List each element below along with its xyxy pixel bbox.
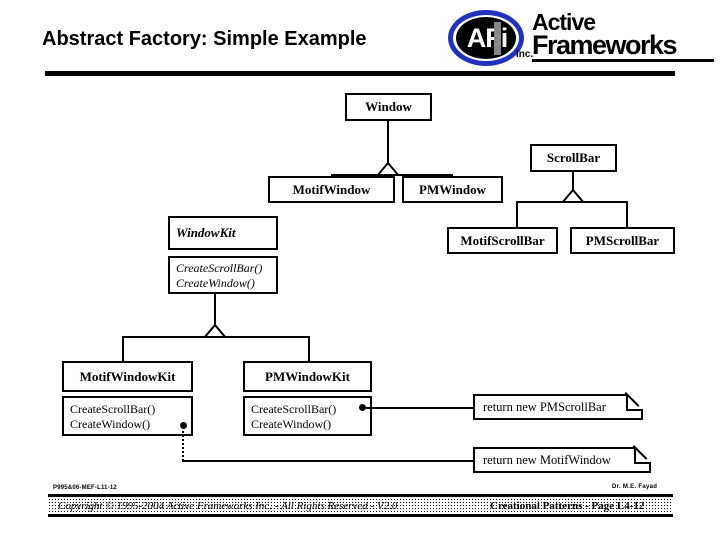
class-box-motifwindow[interactable]: MotifWindow (268, 176, 395, 203)
generalization-stem-window-lower (387, 150, 389, 164)
class-name-motifwindow: MotifWindow (292, 182, 371, 197)
footer-copyright: Copyright © 1995-2004 Active Frameworks … (58, 500, 398, 512)
operation-pmwindowkit-createwindow: CreateWindow() (251, 417, 332, 431)
class-box-pmscrollbar[interactable]: PMScrollBar (570, 227, 675, 254)
operation-windowkit-createwindow: CreateWindow() (176, 276, 255, 290)
generalization-drop-motifwindowkit (122, 336, 124, 362)
class-name-window: Window (365, 99, 412, 114)
operation-motifwindowkit-createwindow: CreateWindow() (70, 417, 151, 431)
logo-monogram: AFi (466, 23, 509, 53)
link-anchor-pmwindowkit (359, 404, 366, 411)
class-name-windowkit: WindowKit (176, 225, 236, 240)
note-return-pmscrollbar[interactable]: return new PMScrollBar (473, 394, 643, 420)
page-title: Abstract Factory: Simple Example (42, 28, 367, 50)
class-box-motifscrollbar[interactable]: MotifScrollBar (447, 227, 558, 254)
generalization-stem-window (387, 121, 389, 150)
class-box-pmwindowkit[interactable]: PMWindowKit (243, 361, 372, 392)
operation-pmwindowkit-createscrollbar: CreateScrollBar() (251, 402, 337, 416)
note-text-motifwindow: return new MotifWindow (483, 453, 611, 467)
active-frameworks-logo: AFi Active Frameworks Inc. (448, 8, 716, 70)
operations-box-pmwindowkit[interactable]: CreateScrollBar() CreateWindow() (243, 396, 372, 436)
note-connector-motifwindow-horizontal (182, 460, 474, 462)
footer-page-label: Creational Patterns - Page L4-12 (490, 500, 645, 512)
generalization-bus-scrollbar (516, 201, 628, 203)
generalization-drop-motifscrollbar (516, 201, 518, 227)
title-divider (45, 71, 675, 76)
footer-author: Dr. M.E. Fayad (612, 484, 658, 490)
generalization-drop-pmwindowkit (308, 336, 310, 362)
slide-canvas: Abstract Factory: Simple Example AFi Act… (0, 0, 720, 540)
logo-word-inc: Inc. (516, 49, 534, 60)
generalization-bus-windowkit (122, 336, 310, 338)
note-return-motifwindow[interactable]: return new MotifWindow (473, 447, 651, 473)
logo-underline (532, 59, 714, 62)
class-name-pmwindowkit: PMWindowKit (265, 369, 350, 384)
class-name-motifscrollbar: MotifScrollBar (460, 233, 545, 248)
note-connector-pmscrollbar (366, 407, 474, 409)
note-connector-motifwindow-vertical (182, 426, 184, 461)
class-box-window[interactable]: Window (345, 93, 432, 121)
class-box-pmwindow[interactable]: PMWindow (402, 176, 503, 203)
class-name-motifwindowkit: MotifWindowKit (79, 369, 176, 384)
class-box-motifwindowkit[interactable]: MotifWindowKit (62, 361, 193, 392)
operations-box-windowkit[interactable]: CreateScrollBar() CreateWindow() (168, 256, 278, 294)
generalization-stem-windowkit (214, 294, 216, 325)
logo-accent-bar (494, 22, 501, 55)
class-box-windowkit[interactable]: WindowKit (168, 216, 278, 250)
class-name-pmwindow: PMWindow (419, 182, 486, 197)
operations-box-motifwindowkit[interactable]: CreateScrollBar() CreateWindow() (62, 396, 193, 436)
generalization-drop-pmscrollbar (626, 201, 628, 227)
operation-windowkit-createscrollbar: CreateScrollBar() (176, 261, 263, 275)
footer-document-code: P995&06-MEF-L11-12 (53, 485, 117, 491)
operation-motifwindowkit-createscrollbar: CreateScrollBar() (70, 402, 156, 416)
note-fold-icon-pmscrollbar (626, 394, 643, 411)
note-text-pmscrollbar: return new PMScrollBar (483, 400, 606, 414)
class-name-scrollbar: ScrollBar (546, 150, 601, 165)
footer-divider (48, 494, 673, 497)
class-name-pmscrollbar: PMScrollBar (585, 233, 660, 248)
logo-word-frameworks: Frameworks (532, 30, 678, 60)
note-fold-icon-motifwindow (634, 447, 651, 464)
class-box-scrollbar[interactable]: ScrollBar (530, 144, 617, 172)
